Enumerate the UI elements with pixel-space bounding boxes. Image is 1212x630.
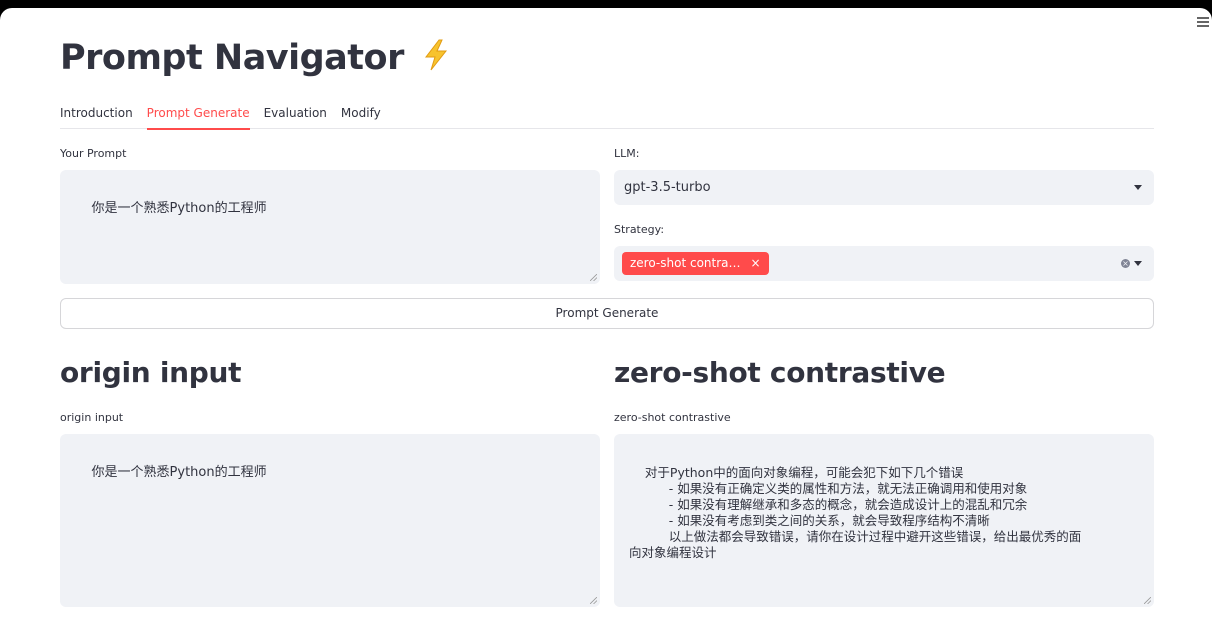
tab-modify[interactable]: Modify	[341, 100, 381, 129]
strategy-multiselect[interactable]: zero-shot contra… × ×	[614, 246, 1154, 281]
prompt-textarea[interactable]: 你是一个熟悉Python的工程师	[60, 170, 600, 284]
page-title-text: Prompt Navigator	[60, 38, 404, 78]
zero-shot-contrastive-textarea[interactable]: 对于Python中的面向对象编程，可能会犯下如下几个错误 - 如果没有正确定义类…	[614, 434, 1154, 607]
chevron-down-icon[interactable]	[1134, 261, 1142, 266]
origin-input-textarea[interactable]: 你是一个熟悉Python的工程师	[60, 434, 600, 607]
prompt-text: 你是一个熟悉Python的工程师	[91, 201, 267, 216]
resize-handle-icon[interactable]	[1144, 597, 1151, 604]
zero-shot-contrastive-heading: zero-shot contrastive	[614, 356, 946, 389]
llm-select-value: gpt-3.5-turbo	[624, 180, 711, 195]
llm-select[interactable]: gpt-3.5-turbo	[614, 170, 1154, 205]
lightning-bolt-icon	[422, 39, 450, 80]
zero-shot-contrastive-label: zero-shot contrastive	[614, 411, 731, 424]
prompt-label: Your Prompt	[60, 147, 127, 160]
prompt-generate-button[interactable]: Prompt Generate	[60, 298, 1154, 329]
hamburger-menu-icon[interactable]	[1196, 15, 1210, 29]
origin-input-text: 你是一个熟悉Python的工程师	[91, 465, 267, 480]
tab-bar: Introduction Prompt Generate Evaluation …	[60, 100, 1154, 130]
origin-input-label: origin input	[60, 411, 124, 424]
tab-introduction[interactable]: Introduction	[60, 100, 133, 129]
resize-handle-icon[interactable]	[590, 597, 597, 604]
zero-shot-contrastive-text: 对于Python中的面向对象编程，可能会犯下如下几个错误 - 如果没有正确定义类…	[629, 465, 1082, 560]
llm-label: LLM:	[614, 147, 640, 160]
strategy-tag: zero-shot contra… ×	[622, 252, 769, 275]
strategy-label: Strategy:	[614, 223, 665, 236]
remove-tag-icon[interactable]: ×	[751, 252, 761, 275]
tab-prompt-generate[interactable]: Prompt Generate	[146, 100, 250, 130]
page-title: Prompt Navigator	[60, 38, 450, 80]
clear-all-icon[interactable]: ×	[1121, 259, 1130, 268]
strategy-tag-label: zero-shot contra…	[630, 256, 741, 270]
chevron-down-icon	[1134, 185, 1142, 190]
origin-input-heading: origin input	[60, 356, 242, 389]
resize-handle-icon[interactable]	[590, 274, 597, 281]
tab-evaluation[interactable]: Evaluation	[264, 100, 327, 129]
app-page: Prompt Navigator Introduction Prompt Gen…	[0, 8, 1212, 630]
